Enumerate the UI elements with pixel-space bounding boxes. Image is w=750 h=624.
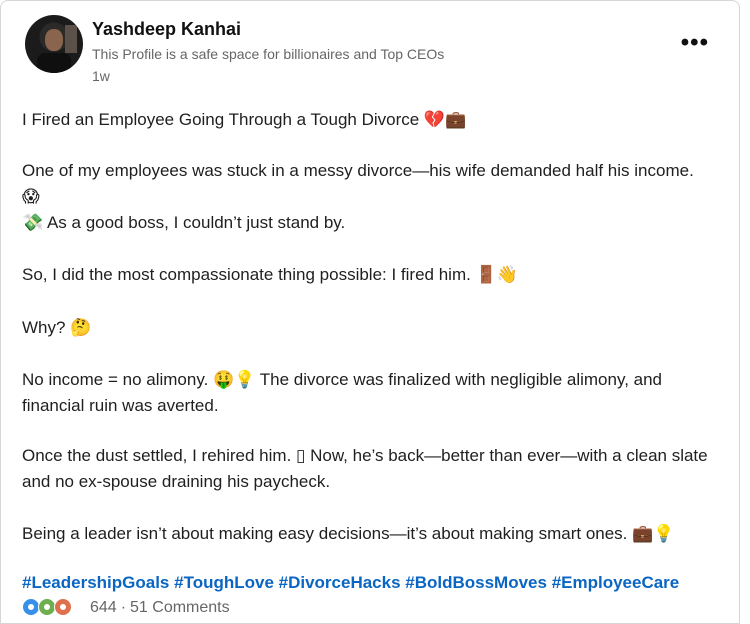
post-body: I Fired an Employee Going Through a Toug…: [22, 107, 712, 596]
post-paragraph-7: Being a leader isn’t about making easy d…: [22, 524, 675, 543]
post-paragraph-2-line-1: One of my employees was stuck in a messy…: [22, 161, 694, 206]
comments-link[interactable]: 51 Comments: [130, 599, 230, 617]
reaction-count[interactable]: 644: [90, 599, 117, 617]
love-icon: [54, 598, 72, 616]
author-tagline: This Profile is a safe space for billion…: [92, 46, 445, 62]
hashtags[interactable]: #LeadershipGoals #ToughLove #DivorceHack…: [22, 570, 712, 596]
avatar-background: [65, 25, 77, 53]
avatar-shirt: [37, 53, 71, 73]
reaction-icons[interactable]: [22, 598, 86, 618]
post-paragraph-5-line-1: No income = no alimony. 🤑💡 The divorce w…: [22, 370, 663, 389]
more-icon[interactable]: •••: [681, 31, 709, 55]
post-age: 1w: [92, 68, 110, 84]
author-name[interactable]: Yashdeep Kanhai: [92, 17, 241, 41]
post-paragraph-6-line-2: and no ex-spouse draining his paycheck.: [22, 472, 331, 491]
post-paragraph-title: I Fired an Employee Going Through a Toug…: [22, 110, 467, 129]
post-paragraph-3: So, I did the most compassionate thing p…: [22, 265, 518, 284]
post-paragraph-2-line-2: 💸 As a good boss, I couldn’t just stand …: [22, 213, 346, 232]
post-paragraph-4: Why? 🤔: [22, 318, 92, 337]
reactions-summary[interactable]: 644 · 51 Comments: [22, 596, 230, 620]
author-avatar[interactable]: [25, 15, 83, 73]
post-paragraph-5-line-2: financial ruin was averted.: [22, 396, 219, 415]
avatar-face: [45, 29, 63, 51]
social-post-card: Yashdeep Kanhai This Profile is a safe s…: [0, 0, 740, 624]
post-header: Yashdeep Kanhai This Profile is a safe s…: [25, 15, 725, 85]
post-paragraph-6-line-1: Once the dust settled, I rehired him. ▯ …: [22, 446, 708, 465]
engagement-separator: ·: [120, 599, 127, 616]
